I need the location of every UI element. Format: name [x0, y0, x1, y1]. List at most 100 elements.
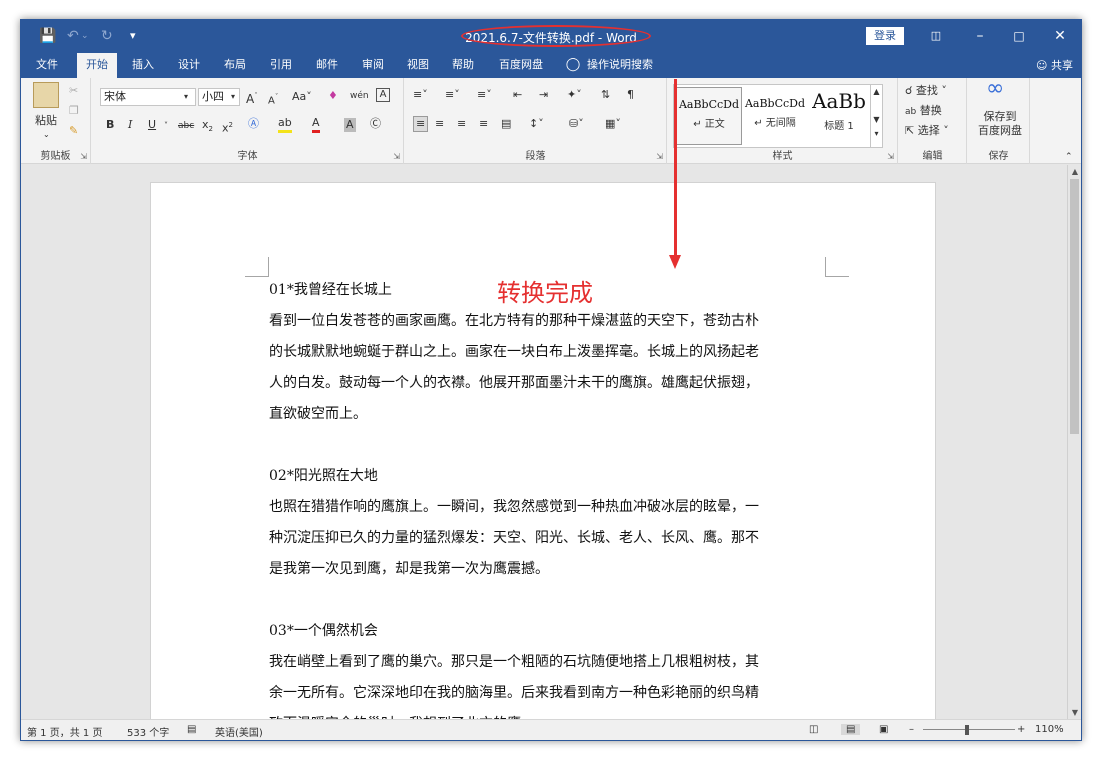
zoom-slider-thumb[interactable]	[965, 725, 969, 735]
scroll-thumb[interactable]	[1070, 179, 1079, 434]
save-to-baidu-button[interactable]: 保存到 百度网盘	[976, 110, 1024, 138]
style-name: ↵ 无间隔	[754, 118, 796, 129]
increase-indent-icon[interactable]: ⇥	[539, 88, 548, 102]
login-button[interactable]: 登录	[866, 27, 904, 45]
tab-help[interactable]: 帮助	[445, 53, 481, 78]
baidu-netdisk-icon[interactable]: ∞	[986, 78, 1004, 100]
search-icon: ☌	[905, 84, 913, 97]
language[interactable]: 英语(美国)	[215, 724, 263, 739]
bold-icon[interactable]: B	[106, 118, 114, 132]
styles-scroll-icon[interactable]: ▲ ▼ ▾	[870, 85, 882, 147]
bullets-icon[interactable]: ≡˅	[413, 88, 428, 102]
replace-button[interactable]: ab 替换	[905, 104, 942, 119]
styles-launcher-icon[interactable]: ⇲	[887, 152, 894, 161]
body-line: 人的白发。鼓动每一个人的衣襟。他展开那面墨汁未干的鹰旗。雄鹰起伏振翅，	[269, 375, 759, 391]
annotation-text: 转换完成	[497, 279, 593, 307]
zoom-out-icon[interactable]: –	[909, 724, 914, 735]
character-border-icon[interactable]: A	[376, 88, 390, 102]
style-heading-1[interactable]: AaBb 标题 1	[808, 87, 870, 145]
zoom-slider[interactable]	[923, 729, 1015, 730]
tab-insert[interactable]: 插入	[125, 53, 161, 78]
read-mode-icon[interactable]: ◫	[809, 724, 818, 735]
group-label-paragraph: 段落	[525, 151, 546, 162]
borders-icon[interactable]: ▦˅	[605, 117, 621, 131]
shading-icon[interactable]: ⛁˅	[569, 117, 584, 131]
close-icon[interactable]: ✕	[1045, 26, 1075, 46]
tab-home[interactable]: 开始	[77, 53, 117, 78]
superscript-icon[interactable]: x2	[222, 118, 233, 136]
tab-mailings[interactable]: 邮件	[309, 53, 345, 78]
style-no-spacing[interactable]: AaBbCcDd ↵ 无间隔	[742, 87, 808, 145]
tab-baidu-netdisk[interactable]: 百度网盘	[493, 53, 549, 78]
underline-icon[interactable]: U	[148, 118, 156, 132]
copy-icon[interactable]: ❐	[69, 104, 79, 118]
align-right-icon[interactable]: ≡	[457, 117, 466, 131]
decrease-indent-icon[interactable]: ⇤	[513, 88, 522, 102]
show-marks-icon[interactable]: ¶	[627, 88, 634, 102]
strikethrough-icon[interactable]: abc	[178, 119, 194, 133]
word-count[interactable]: 533 个字	[127, 724, 169, 739]
line-spacing-icon[interactable]: ↕˅	[529, 117, 544, 131]
font-launcher-icon[interactable]: ⇲	[393, 152, 400, 161]
justify-icon[interactable]: ≡	[479, 117, 488, 131]
clear-format-icon[interactable]: ♦	[328, 89, 338, 103]
multilevel-list-icon[interactable]: ≡˅	[477, 88, 492, 102]
highlight-icon[interactable]: ab	[278, 116, 292, 133]
font-name-dropdown-icon[interactable]: ▾	[184, 90, 188, 104]
align-left-icon[interactable]: ≡	[413, 116, 429, 132]
share-button[interactable]: ☺ 共享	[1036, 57, 1073, 73]
font-name-input[interactable]: 宋体	[100, 88, 196, 106]
phonetic-guide-icon[interactable]: wén	[350, 89, 369, 103]
text-effects-icon[interactable]: Ⓐ	[248, 117, 259, 131]
proofing-icon[interactable]: ▤	[187, 724, 196, 735]
scroll-down-icon[interactable]: ▼	[1068, 706, 1081, 719]
document-page[interactable]: 转换完成 01*我曾经在长城上 看到一位白发苍苍的画家画鹰。在北方特有的那种干燥…	[150, 79, 936, 732]
minimize-icon[interactable]: –	[965, 26, 995, 46]
zoom-in-icon[interactable]: +	[1017, 724, 1025, 735]
tab-view[interactable]: 视图	[400, 53, 436, 78]
collapse-ribbon-icon[interactable]: ⌃	[1065, 150, 1073, 164]
change-case-icon[interactable]: Aa˅	[292, 90, 312, 104]
vertical-scrollbar[interactable]: ▲ ▼	[1067, 165, 1081, 719]
style-normal[interactable]: AaBbCcDd ↵ 正文	[676, 87, 742, 145]
paste-icon[interactable]	[33, 82, 59, 108]
share-label: 共享	[1051, 59, 1073, 72]
find-button[interactable]: ☌ 查找 ˅	[905, 84, 947, 98]
paste-button[interactable]: 粘贴	[35, 114, 57, 128]
tab-layout[interactable]: 布局	[217, 53, 253, 78]
cut-icon[interactable]: ✂	[69, 84, 78, 98]
tab-review[interactable]: 审阅	[355, 53, 391, 78]
chinese-layout-icon[interactable]: ✦˅	[567, 88, 582, 102]
tab-file[interactable]: 文件	[29, 53, 65, 78]
shrink-font-icon[interactable]: Aˇ	[268, 90, 278, 108]
paste-dropdown-icon[interactable]: ⌄	[43, 128, 50, 142]
select-button[interactable]: ⇱ 选择 ˅	[905, 124, 949, 138]
tab-references[interactable]: 引用	[263, 53, 299, 78]
ribbon-display-icon[interactable]: ◫	[921, 26, 951, 46]
grow-font-icon[interactable]: Aˆ	[246, 89, 258, 106]
align-center-icon[interactable]: ≡	[435, 117, 444, 131]
paragraph-launcher-icon[interactable]: ⇲	[656, 152, 663, 161]
sort-icon[interactable]: ⇅	[601, 88, 610, 102]
enclose-characters-icon[interactable]: Ⓒ	[370, 117, 381, 131]
print-layout-icon[interactable]: ▤	[841, 724, 861, 735]
numbering-icon[interactable]: ≡˅	[445, 88, 460, 102]
scroll-up-icon[interactable]: ▲	[1068, 165, 1081, 178]
zoom-level[interactable]: 110%	[1035, 724, 1064, 735]
underline-dropdown-icon[interactable]: ˅	[164, 119, 168, 133]
body-line: 是我第一次见到鹰，却是我第一次为鹰震撼。	[269, 561, 549, 577]
subscript-icon[interactable]: x2	[202, 118, 213, 136]
tab-design[interactable]: 设计	[171, 53, 207, 78]
maximize-icon[interactable]: □	[1004, 26, 1034, 46]
distributed-icon[interactable]: ▤	[501, 117, 511, 131]
character-shading-icon[interactable]: A	[344, 118, 356, 132]
font-color-icon[interactable]: A	[312, 116, 320, 133]
font-size-dropdown-icon[interactable]: ▾	[231, 90, 235, 104]
page-count[interactable]: 第 1 页，共 1 页	[27, 724, 102, 739]
clipboard-launcher-icon[interactable]: ⇲	[80, 152, 87, 161]
italic-icon[interactable]: I	[128, 118, 132, 132]
web-layout-icon[interactable]: ▣	[879, 724, 888, 735]
format-painter-icon[interactable]: ✎	[69, 124, 78, 138]
body-line: 种沉淀压抑已久的力量的猛烈爆发：天空、阳光、长城、老人、长风、鹰。那不	[269, 530, 759, 546]
tell-me-search[interactable]: 操作说明搜索	[587, 53, 661, 78]
